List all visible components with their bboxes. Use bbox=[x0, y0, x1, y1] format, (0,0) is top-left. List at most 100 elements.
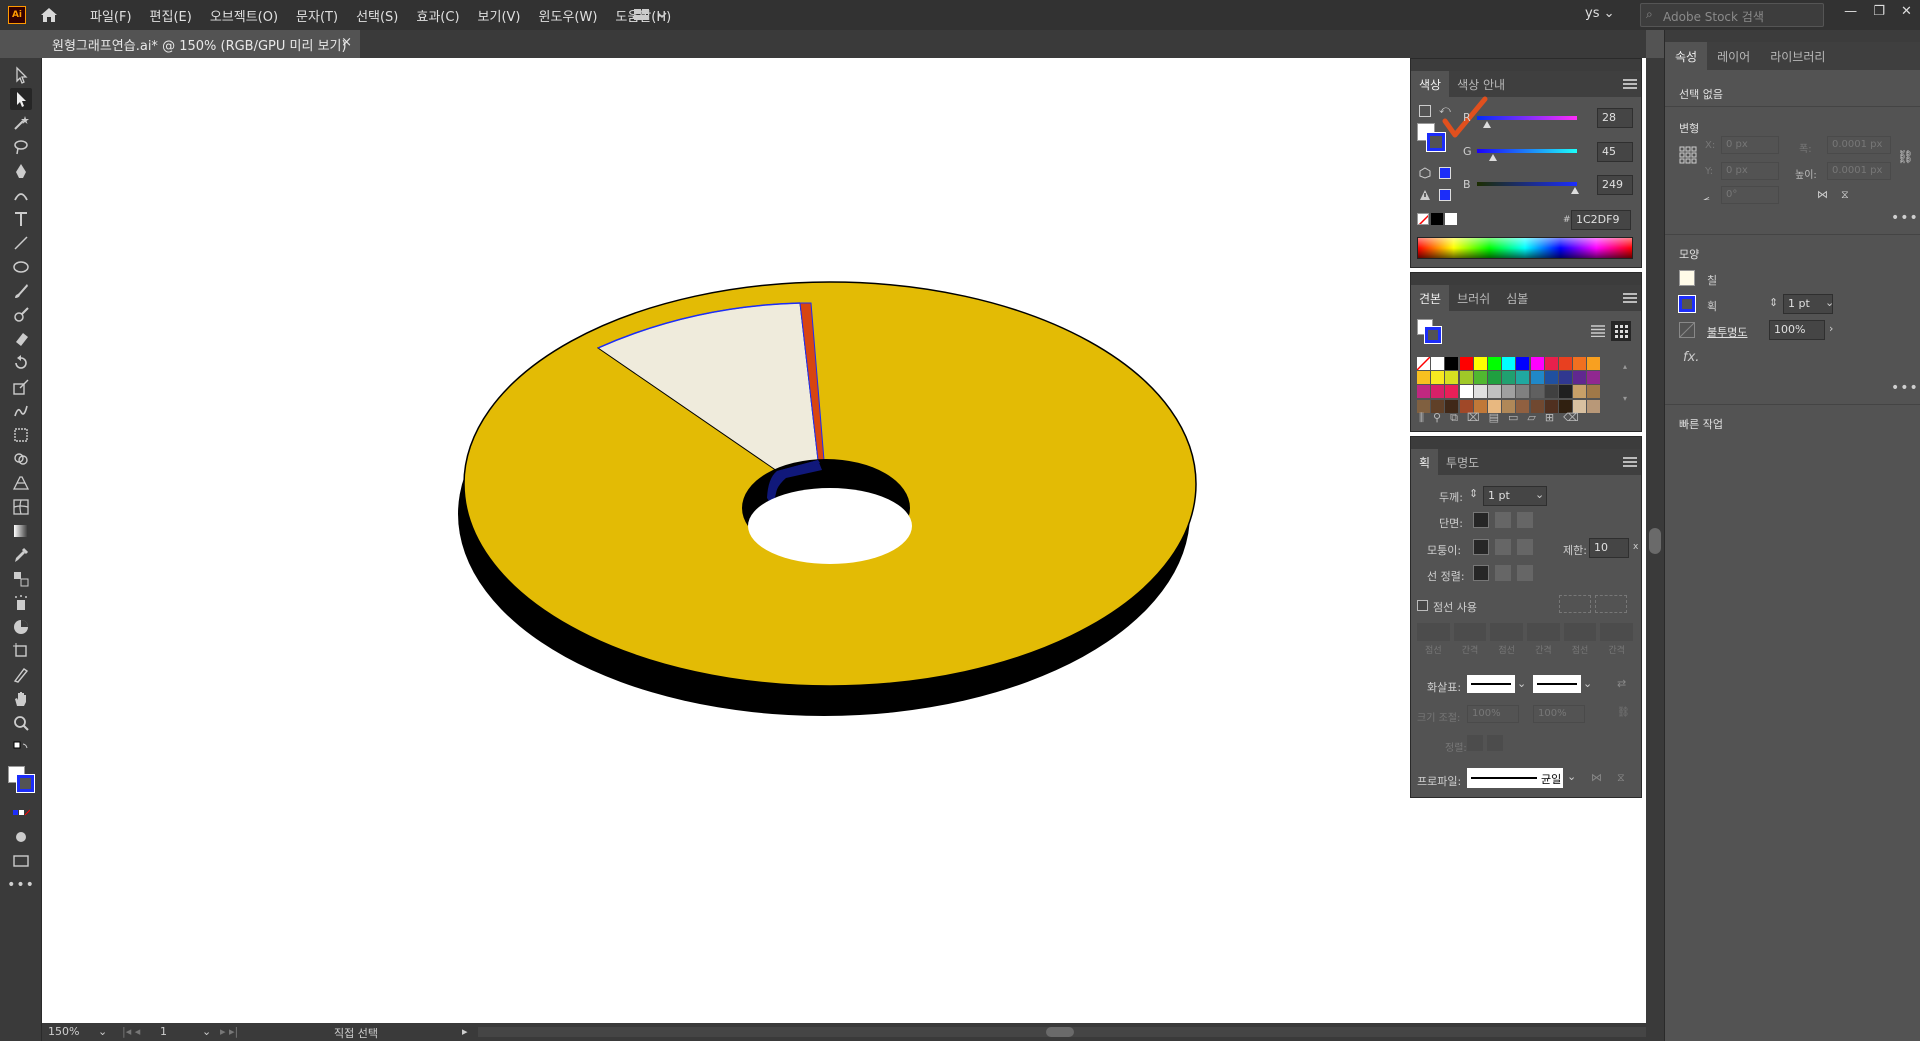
hand-tool-icon[interactable] bbox=[10, 688, 32, 710]
list-view-icon[interactable] bbox=[1591, 325, 1605, 338]
screen-mode-icon[interactable] bbox=[10, 850, 32, 872]
appearance-fill-swatch[interactable] bbox=[1679, 270, 1695, 286]
white-swatch[interactable] bbox=[1445, 213, 1457, 225]
close-tab-button[interactable]: × bbox=[341, 35, 352, 50]
bevel-join-icon[interactable] bbox=[1517, 539, 1533, 555]
tab-layers[interactable]: 레이어 bbox=[1707, 42, 1760, 70]
swatch-cell[interactable] bbox=[1459, 357, 1473, 370]
opacity-input[interactable]: 100% bbox=[1769, 320, 1825, 340]
menu-view[interactable]: 보기(V) bbox=[474, 6, 525, 25]
swatch-cell[interactable] bbox=[1431, 357, 1445, 370]
swatch-library-icons[interactable]: ⫼⚲⧉⌧▤▭▱⊞⌫ bbox=[1419, 411, 1588, 425]
minimize-button[interactable]: — bbox=[1844, 4, 1857, 24]
tab-properties[interactable]: 속성 bbox=[1665, 42, 1708, 70]
default-colors-icon[interactable] bbox=[1419, 105, 1431, 117]
free-transform-tool-icon[interactable] bbox=[10, 424, 32, 446]
flip-across-icon[interactable]: ⧖ bbox=[1617, 771, 1625, 785]
swatch-cell[interactable] bbox=[1530, 371, 1544, 385]
zoom-dropdown-icon[interactable]: ⌄ bbox=[98, 1025, 107, 1038]
swatch-cell[interactable] bbox=[1544, 385, 1558, 399]
tab-stroke[interactable]: 획 bbox=[1411, 449, 1439, 475]
warp-tool-icon[interactable] bbox=[10, 400, 32, 422]
arrow-start-dropdown-icon[interactable]: ⌄ bbox=[1517, 677, 1526, 690]
tab-color-guide[interactable]: 색상 안내 bbox=[1449, 71, 1513, 97]
gradient-tool-icon[interactable] bbox=[10, 520, 32, 542]
swatch-cell[interactable] bbox=[1445, 371, 1459, 385]
selection-tool-icon[interactable] bbox=[10, 64, 32, 86]
fx-button[interactable]: fx. bbox=[1683, 350, 1699, 365]
black-swatch[interactable] bbox=[1431, 213, 1443, 225]
symbol-sprayer-tool-icon[interactable] bbox=[10, 592, 32, 614]
flip-along-icon[interactable]: ⋈ bbox=[1591, 771, 1602, 784]
swatch-cell[interactable] bbox=[1473, 357, 1487, 370]
arrow-end-dropdown-icon[interactable]: ⌄ bbox=[1583, 677, 1592, 690]
artboard-nav-first-icon[interactable]: |◂ ◂ bbox=[122, 1025, 140, 1038]
projecting-cap-icon[interactable] bbox=[1517, 512, 1533, 528]
edit-toolbar-icon[interactable]: ••• bbox=[7, 874, 34, 896]
grid-view-icon[interactable] bbox=[1611, 321, 1631, 341]
slice-tool-icon[interactable] bbox=[10, 664, 32, 686]
restore-button[interactable]: ❐ bbox=[1873, 4, 1885, 24]
curvature-tool-icon[interactable] bbox=[10, 184, 32, 206]
channel-b-slider[interactable] bbox=[1477, 182, 1577, 186]
swatch-cell[interactable] bbox=[1431, 385, 1445, 399]
user-menu[interactable]: ys ⌄ bbox=[1585, 6, 1615, 21]
stock-search-input[interactable]: ⌕ Adobe Stock 검색 bbox=[1640, 3, 1824, 27]
eyedropper-tool-icon[interactable] bbox=[10, 544, 32, 566]
swatch-cell[interactable] bbox=[1473, 371, 1487, 385]
tab-brushes[interactable]: 브러쉬 bbox=[1449, 285, 1498, 311]
none-swatch[interactable] bbox=[1417, 213, 1429, 225]
swatch-cell[interactable] bbox=[1459, 385, 1473, 399]
swatch-cell[interactable] bbox=[1473, 385, 1487, 399]
swap-fill-stroke-icon[interactable] bbox=[10, 738, 32, 760]
zoom-level[interactable]: 150% bbox=[48, 1025, 79, 1038]
out-of-web-icon[interactable] bbox=[1419, 167, 1431, 179]
swatch-cell[interactable] bbox=[1488, 385, 1501, 399]
swatch-cell[interactable] bbox=[1573, 357, 1587, 370]
align-outside-icon[interactable] bbox=[1517, 565, 1533, 581]
magic-wand-tool-icon[interactable] bbox=[10, 112, 32, 134]
swatch-cell[interactable] bbox=[1445, 357, 1459, 370]
swatch-cell[interactable] bbox=[1516, 357, 1530, 370]
line-tool-icon[interactable] bbox=[10, 232, 32, 254]
web-safe-swatch[interactable] bbox=[1439, 167, 1451, 179]
shaper-tool-icon[interactable] bbox=[10, 304, 32, 326]
gamut-swatch[interactable] bbox=[1439, 189, 1451, 201]
menu-window[interactable]: 윈도우(W) bbox=[535, 6, 602, 25]
align-inside-icon[interactable] bbox=[1495, 565, 1511, 581]
color-panel-titlebar[interactable] bbox=[1411, 59, 1641, 71]
channel-b-input[interactable]: 249 bbox=[1597, 175, 1633, 195]
paintbrush-tool-icon[interactable] bbox=[10, 280, 32, 302]
align-center-icon[interactable] bbox=[1473, 565, 1489, 581]
round-join-icon[interactable] bbox=[1495, 539, 1511, 555]
swatch-cell[interactable] bbox=[1516, 385, 1530, 399]
artboard-tool-icon[interactable] bbox=[10, 640, 32, 662]
swatch-cell[interactable] bbox=[1488, 371, 1501, 385]
appearance-stroke-swatch[interactable] bbox=[1678, 295, 1696, 313]
blend-tool-icon[interactable] bbox=[10, 568, 32, 590]
swatches-panel-menu-icon[interactable] bbox=[1623, 293, 1637, 303]
channel-r-input[interactable]: 28 bbox=[1597, 108, 1633, 128]
swatches-stroke-indicator[interactable] bbox=[1424, 326, 1442, 344]
limit-input[interactable]: 10 bbox=[1589, 538, 1629, 558]
tab-libraries[interactable]: 라이브러리 bbox=[1760, 42, 1835, 70]
channel-g-handle[interactable] bbox=[1489, 154, 1497, 161]
scale-tool-icon[interactable] bbox=[10, 376, 32, 398]
eraser-tool-icon[interactable] bbox=[10, 328, 32, 350]
transform-more-button[interactable]: ••• bbox=[1891, 210, 1919, 226]
none-swatch-cell[interactable] bbox=[1416, 356, 1431, 371]
stroke-weight-dropdown-icon[interactable]: ⌄ bbox=[1825, 296, 1834, 309]
swatch-cell[interactable] bbox=[1559, 357, 1572, 370]
direct-selection-tool-icon[interactable] bbox=[10, 88, 32, 110]
fill-stroke-swatch[interactable] bbox=[8, 766, 36, 794]
zoom-tool-icon[interactable] bbox=[10, 712, 32, 734]
swatch-cell[interactable] bbox=[1587, 371, 1601, 385]
appearance-more-button[interactable]: ••• bbox=[1891, 380, 1919, 396]
pen-tool-icon[interactable] bbox=[10, 160, 32, 182]
swatch-cell[interactable] bbox=[1417, 385, 1430, 399]
constrain-proportions-icon[interactable]: ⛓ bbox=[1897, 150, 1914, 166]
flip-horizontal-icon[interactable]: ⋈ bbox=[1817, 188, 1828, 201]
weight-dropdown-icon[interactable]: ⌄ bbox=[1535, 488, 1544, 501]
profile-dropdown-icon[interactable]: ⌄ bbox=[1567, 770, 1576, 783]
stroke-weight-stepper-icon[interactable]: ⇕ bbox=[1769, 296, 1778, 309]
